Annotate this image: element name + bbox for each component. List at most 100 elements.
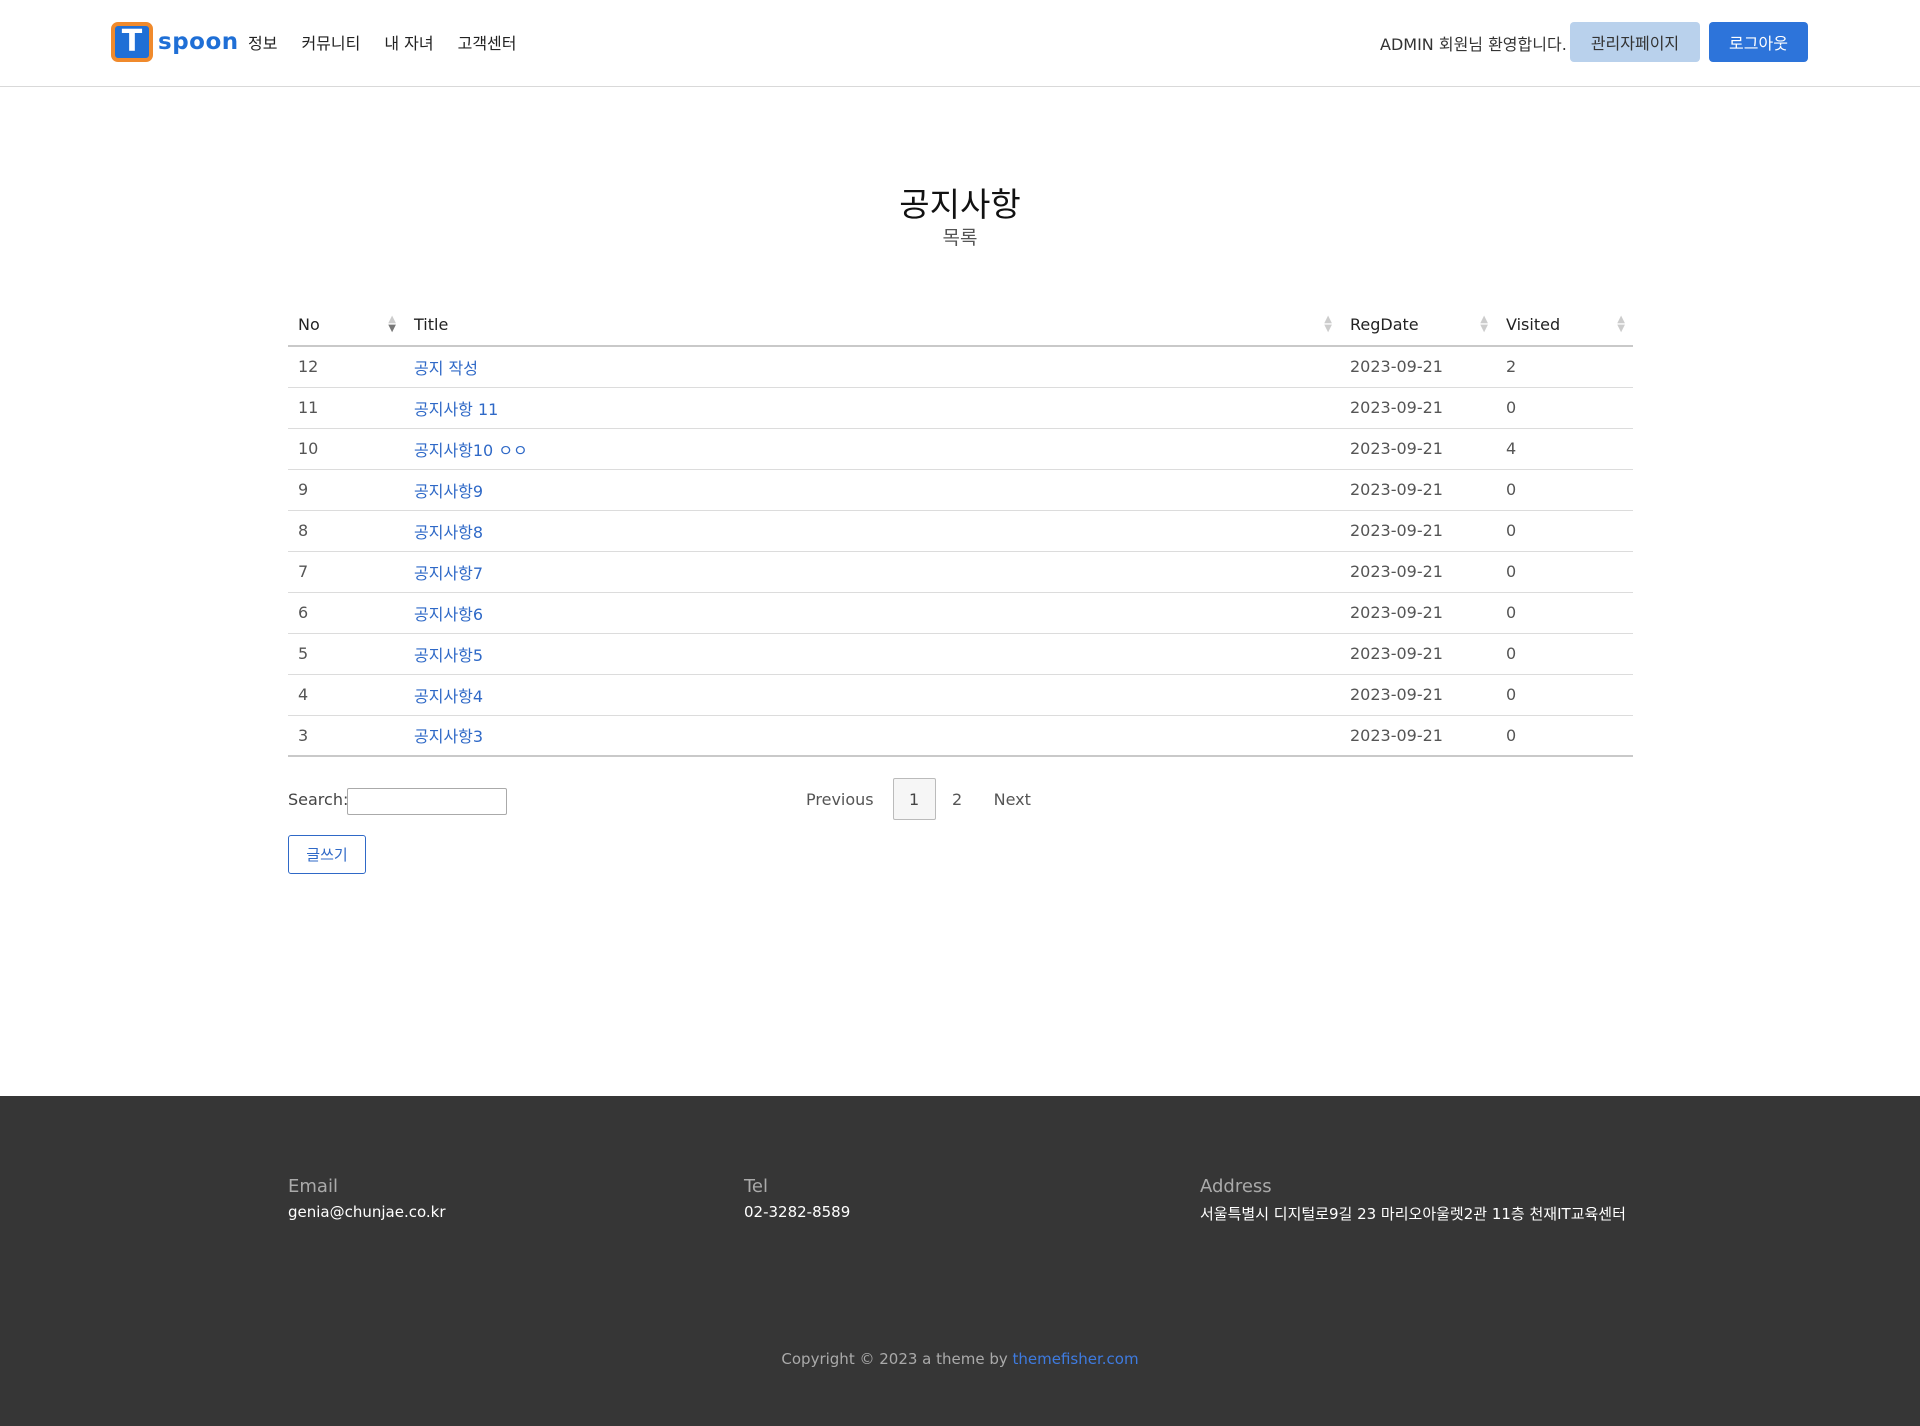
column-header-visited[interactable]: Visited ▲ ▼	[1496, 303, 1633, 347]
cell-no: 4	[288, 674, 404, 716]
cell-title-link[interactable]: 공지 작성	[404, 346, 1340, 388]
column-header-no[interactable]: No ▲ ▼	[288, 303, 404, 347]
cell-no: 10	[288, 428, 404, 470]
cell-title-link[interactable]: 공지사항9	[404, 469, 1340, 511]
main-nav: 정보 커뮤니티 내 자녀 고객센터	[248, 30, 540, 54]
cell-visited: 4	[1496, 428, 1633, 470]
footer-email: Email genia@chunjae.co.kr	[288, 1176, 446, 1221]
cell-visited: 0	[1496, 633, 1633, 675]
cell-title-link[interactable]: 공지사항5	[404, 633, 1340, 675]
pagination-page-2[interactable]: 2	[936, 778, 979, 820]
cell-no: 9	[288, 469, 404, 511]
footer-tel-value: 02-3282-8589	[744, 1203, 851, 1221]
cell-regdate: 2023-09-21	[1340, 387, 1496, 429]
footer-address-label: Address	[1200, 1176, 1272, 1197]
cell-no: 11	[288, 387, 404, 429]
table-row: 6 공지사항6 2023-09-21 0	[288, 592, 1633, 634]
sort-icon: ▲ ▼	[1480, 314, 1488, 334]
footer-tel-label: Tel	[744, 1176, 769, 1197]
logout-button[interactable]: 로그아웃	[1709, 22, 1808, 62]
cell-no: 7	[288, 551, 404, 593]
nav-item-community[interactable]: 커뮤니티	[301, 30, 360, 54]
site-footer: Email genia@chunjae.co.kr Tel 02-3282-85…	[0, 1096, 1920, 1426]
cell-no: 5	[288, 633, 404, 675]
pagination: Previous 1 2 Next	[806, 778, 1031, 820]
table-row: 12 공지 작성 2023-09-21 2	[288, 346, 1633, 388]
cell-visited: 0	[1496, 674, 1633, 716]
welcome-message: ADMIN 회원님 환영합니다.	[1380, 35, 1567, 54]
sort-icon: ▲ ▼	[1617, 314, 1625, 334]
cell-regdate: 2023-09-21	[1340, 633, 1496, 675]
table-row: 5 공지사항5 2023-09-21 0	[288, 633, 1633, 675]
table-row: 9 공지사항9 2023-09-21 0	[288, 469, 1633, 511]
nav-item-customer-center[interactable]: 고객센터	[458, 30, 517, 54]
search-input[interactable]	[347, 788, 507, 815]
copyright: Copyright © 2023 a theme by themefisher.…	[0, 1350, 1920, 1368]
table-header-row: No ▲ ▼ Title ▲ ▼ RegDate ▲ ▼ Visited ▲ ▼	[288, 303, 1633, 347]
nav-item-my-children[interactable]: 내 자녀	[384, 30, 433, 54]
column-header-label: Title	[414, 314, 449, 334]
cell-regdate: 2023-09-21	[1340, 469, 1496, 511]
footer-email-label: Email	[288, 1176, 338, 1197]
cell-regdate: 2023-09-21	[1340, 592, 1496, 634]
cell-regdate: 2023-09-21	[1340, 715, 1496, 757]
nav-item-info[interactable]: 정보	[248, 30, 277, 54]
footer-address-value: 서울특별시 디지털로9길 23 마리오아울렛2관 11층 천재IT교육센터	[1200, 1205, 1626, 1223]
admin-page-button[interactable]: 관리자페이지	[1570, 22, 1700, 62]
cell-regdate: 2023-09-21	[1340, 551, 1496, 593]
page-title: 공지사항	[899, 185, 1021, 224]
cell-no: 6	[288, 592, 404, 634]
cell-regdate: 2023-09-21	[1340, 510, 1496, 552]
cell-title-link[interactable]: 공지사항7	[404, 551, 1340, 593]
search-label: Search:	[288, 790, 349, 809]
column-header-label: RegDate	[1350, 314, 1419, 334]
cell-title-link[interactable]: 공지사항3	[404, 715, 1340, 757]
cell-title-link[interactable]: 공지사항4	[404, 674, 1340, 716]
table-row: 10 공지사항10 ㅇㅇ 2023-09-21 4	[288, 428, 1633, 470]
page-subtitle: 목록	[942, 227, 978, 249]
pagination-previous[interactable]: Previous	[806, 790, 874, 809]
column-header-title[interactable]: Title ▲ ▼	[404, 303, 1340, 347]
write-button[interactable]: 글쓰기	[288, 835, 366, 874]
cell-title-link[interactable]: 공지사항10 ㅇㅇ	[404, 428, 1340, 470]
cell-regdate: 2023-09-21	[1340, 346, 1496, 388]
column-header-label: No	[298, 314, 320, 334]
cell-visited: 0	[1496, 510, 1633, 552]
footer-address: Address 서울특별시 디지털로9길 23 마리오아울렛2관 11층 천재I…	[1200, 1176, 1626, 1224]
cell-title-link[interactable]: 공지사항8	[404, 510, 1340, 552]
cell-no: 8	[288, 510, 404, 552]
cell-visited: 0	[1496, 715, 1633, 757]
column-header-regdate[interactable]: RegDate ▲ ▼	[1340, 303, 1496, 347]
table-row: 4 공지사항4 2023-09-21 0	[288, 674, 1633, 716]
pagination-page-1[interactable]: 1	[892, 778, 936, 820]
cell-no: 3	[288, 715, 404, 757]
sort-icon: ▲ ▼	[1324, 314, 1332, 334]
footer-email-value: genia@chunjae.co.kr	[288, 1203, 446, 1221]
cell-regdate: 2023-09-21	[1340, 674, 1496, 716]
logo-letter: T	[121, 24, 143, 59]
cell-no: 12	[288, 346, 404, 388]
cell-visited: 2	[1496, 346, 1633, 388]
cell-visited: 0	[1496, 387, 1633, 429]
cell-title-link[interactable]: 공지사항6	[404, 592, 1340, 634]
table-row: 7 공지사항7 2023-09-21 0	[288, 551, 1633, 593]
site-header: T spoon 정보 커뮤니티 내 자녀 고객센터 ADMIN 회원님 환영합니…	[0, 0, 1920, 87]
copyright-text: Copyright © 2023 a theme by	[781, 1350, 1013, 1368]
footer-tel: Tel 02-3282-8589	[744, 1176, 850, 1221]
table-row: 8 공지사항8 2023-09-21 0	[288, 510, 1633, 552]
logo[interactable]: T spoon	[111, 22, 239, 62]
table-row: 3 공지사항3 2023-09-21 0	[288, 715, 1633, 757]
column-header-label: Visited	[1506, 314, 1561, 334]
logo-mark: T	[111, 22, 153, 62]
table-row: 11 공지사항 11 2023-09-21 0	[288, 387, 1633, 429]
cell-visited: 0	[1496, 592, 1633, 634]
logo-text: spoon	[158, 29, 239, 55]
cell-visited: 0	[1496, 551, 1633, 593]
sort-desc-icon: ▲ ▼	[388, 314, 396, 334]
pagination-next[interactable]: Next	[994, 790, 1031, 809]
notice-table: No ▲ ▼ Title ▲ ▼ RegDate ▲ ▼ Visited ▲ ▼ 12 공지 작…	[288, 303, 1633, 757]
copyright-link[interactable]: themefisher.com	[1013, 1350, 1139, 1368]
cell-visited: 0	[1496, 469, 1633, 511]
cell-title-link[interactable]: 공지사항 11	[404, 387, 1340, 429]
cell-regdate: 2023-09-21	[1340, 428, 1496, 470]
